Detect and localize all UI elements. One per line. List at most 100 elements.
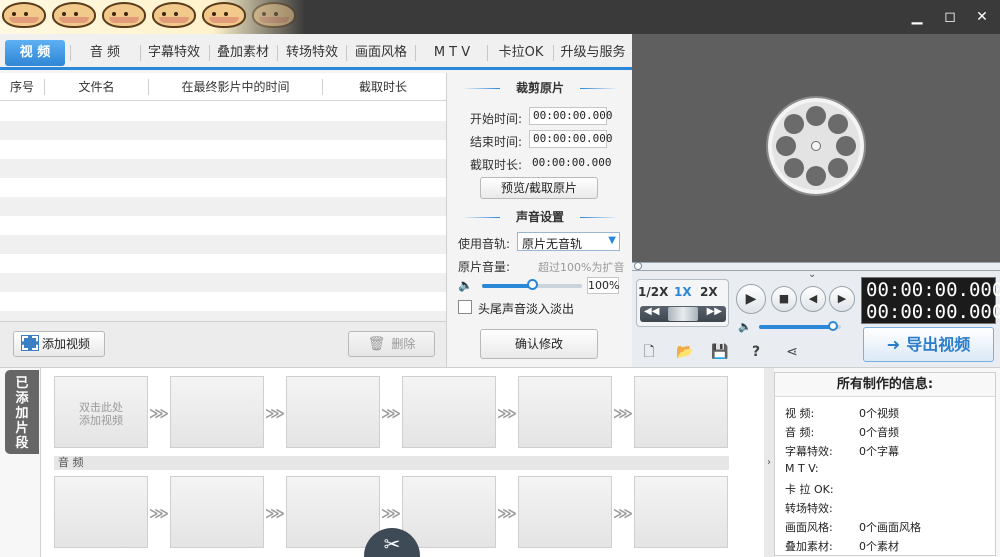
export-video-label: 导出视频: [906, 335, 971, 354]
close-button[interactable]: ✕: [973, 8, 991, 26]
audio-track-value: 原片无音轨: [522, 237, 583, 251]
file-list-header: 序号 文件名 在最终影片中的时间 截取时长: [0, 73, 446, 101]
audio-slot[interactable]: [402, 476, 496, 548]
play-button[interactable]: ▶: [736, 284, 766, 314]
start-time-input[interactable]: 00:00:00.000: [529, 107, 612, 125]
clip-timeline[interactable]: 双击此处 添加视频 ⋙ ⋙ ⋙ ⋙ ⋙ 音 频 ⋙ ⋙ ⋙ ⋙ ⋙ ✂: [40, 368, 764, 557]
original-volume-label: 原片音量:: [458, 260, 511, 274]
stop-button[interactable]: ■: [771, 286, 797, 312]
tab-audio[interactable]: 音 频: [75, 40, 135, 66]
info-key: 卡 拉 OK:: [785, 483, 834, 496]
column-header-index[interactable]: 序号: [0, 73, 44, 101]
info-value: 0个音频: [859, 426, 899, 439]
current-time: 00:00:00.000: [866, 279, 1000, 301]
audio-slot[interactable]: [54, 476, 148, 548]
tab-divider: [277, 45, 278, 61]
chevron-down-icon: ▼: [608, 235, 616, 246]
info-row-transitions: 转场特效:: [785, 500, 859, 516]
added-clips-side-tab[interactable]: 已添加片段: [5, 370, 39, 454]
help-icon[interactable]: ?: [747, 343, 765, 361]
list-item: [0, 178, 446, 197]
audio-track-label: 使用音轨:: [458, 237, 511, 251]
tab-overlay-materials[interactable]: 叠加素材: [212, 40, 274, 66]
tab-mtv[interactable]: M T V: [422, 40, 482, 66]
empty-video-slot[interactable]: 双击此处 添加视频: [54, 376, 148, 448]
list-item: [0, 311, 446, 321]
cat-mascot-icon: [252, 2, 296, 28]
audio-slot[interactable]: [634, 476, 728, 548]
editor-panel: 视 频 音 频 字幕特效 叠加素材 转场特效 画面风格 M T V 卡拉OK 升…: [0, 34, 632, 367]
share-icon[interactable]: ⋖: [783, 343, 801, 361]
tab-subtitle-effects[interactable]: 字幕特效: [143, 40, 205, 66]
speed-2x-button[interactable]: 2X: [700, 285, 718, 299]
video-file-list[interactable]: 序号 文件名 在最终影片中的时间 截取时长: [0, 73, 447, 321]
speed-half-button[interactable]: 1/2X: [638, 285, 668, 299]
list-item: [0, 216, 446, 235]
original-volume-slider[interactable]: [482, 279, 582, 290]
add-video-button[interactable]: 添加视频: [13, 331, 105, 357]
video-slot[interactable]: [634, 376, 728, 448]
video-slot[interactable]: [170, 376, 264, 448]
project-info-panel: 所有制作的信息: 视 频: 0个视频 音 频: 0个音频 字幕特效: 0个字幕 M T…: [774, 372, 996, 556]
rewind-icon[interactable]: ◀◀: [644, 306, 659, 317]
cat-mascot-icon: [2, 2, 46, 28]
video-slot[interactable]: [402, 376, 496, 448]
audio-track-header: 音 频: [54, 456, 729, 470]
collapse-panel-button[interactable]: ›: [764, 368, 774, 557]
fade-checkbox[interactable]: [458, 300, 472, 314]
open-folder-icon[interactable]: 📂: [676, 343, 694, 361]
preview-trim-button[interactable]: 预览/截取原片: [480, 177, 598, 199]
fast-forward-icon[interactable]: ▶▶: [707, 306, 722, 317]
list-item: [0, 235, 446, 254]
tab-divider: [140, 45, 141, 61]
list-item: [0, 140, 446, 159]
tab-upgrade-services[interactable]: 升级与服务: [556, 40, 630, 66]
next-frame-button[interactable]: ▶: [829, 286, 855, 312]
title-bar: ▁ ◻ ✕: [0, 0, 1000, 34]
tab-transition-effects[interactable]: 转场特效: [281, 40, 343, 66]
sequence-arrow-icon: ⋙: [381, 406, 401, 422]
info-key: M T V:: [785, 462, 819, 475]
tab-video[interactable]: 视 频: [5, 40, 65, 66]
audio-slot[interactable]: [518, 476, 612, 548]
info-row-subtitles: 字幕特效: 0个字幕: [785, 443, 899, 459]
minimize-button[interactable]: ▁: [908, 8, 926, 26]
app-logo-banner: [0, 0, 305, 34]
list-item: [0, 159, 446, 178]
confirm-changes-button[interactable]: 确认修改: [480, 329, 598, 359]
tab-karaoke[interactable]: 卡拉OK: [492, 40, 550, 66]
volume-percent-input[interactable]: 100%: [587, 277, 619, 294]
end-time-input[interactable]: 00:00:00.000: [529, 130, 612, 148]
previous-frame-button[interactable]: ◀: [800, 286, 826, 312]
jog-shuttle[interactable]: ◀◀ ▶▶: [640, 306, 726, 322]
player-volume-knob[interactable]: [827, 321, 838, 331]
video-slot[interactable]: [286, 376, 380, 448]
audio-track-select[interactable]: 原片无音轨 ▼: [517, 232, 620, 251]
expand-chevron-icon[interactable]: ⌄: [808, 269, 816, 280]
new-project-icon[interactable]: 🗋: [640, 343, 658, 361]
volume-knob[interactable]: [527, 279, 538, 290]
column-header-filename[interactable]: 文件名: [45, 73, 148, 101]
maximize-button[interactable]: ◻: [941, 8, 959, 26]
list-item: [0, 121, 446, 140]
video-slot[interactable]: [518, 376, 612, 448]
tab-picture-style[interactable]: 画面风格: [350, 40, 412, 66]
delete-button[interactable]: 🗑 删除: [348, 331, 435, 357]
sequence-arrow-icon: ⋙: [265, 506, 285, 522]
sequence-arrow-icon: ⋙: [497, 506, 517, 522]
player-volume-slider[interactable]: [759, 321, 841, 331]
film-reel-icon: [768, 98, 864, 194]
player-volume-fill: [759, 325, 833, 329]
audio-slot[interactable]: [286, 476, 380, 548]
column-header-clip-duration[interactable]: 截取时长: [323, 73, 443, 101]
seek-handle[interactable]: [634, 262, 642, 270]
export-video-button[interactable]: ➜ 导出视频: [863, 327, 994, 362]
video-preview[interactable]: [632, 34, 1000, 262]
audio-slot[interactable]: [170, 476, 264, 548]
speed-1x-button[interactable]: 1X: [674, 285, 692, 299]
column-header-timeline-position[interactable]: 在最终影片中的时间: [149, 73, 322, 101]
add-video-label: 添加视频: [42, 337, 91, 351]
list-item: [0, 292, 446, 311]
save-icon[interactable]: 💾: [711, 343, 729, 361]
sequence-arrow-icon: ⋙: [381, 506, 401, 522]
